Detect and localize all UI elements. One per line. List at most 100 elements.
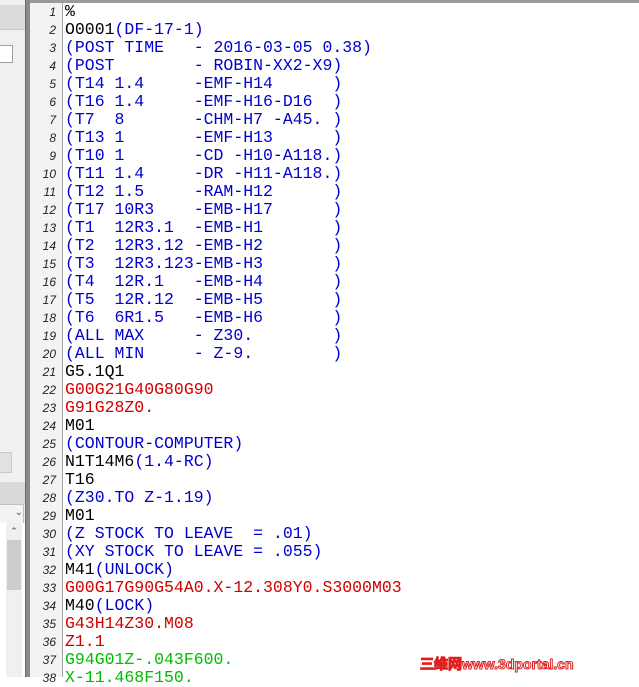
code-line[interactable]: 35 G43H14Z30.M08: [30, 615, 639, 633]
code-token: (Z30.TO Z-1.19): [65, 488, 214, 507]
code-token: (T2 12R3.12 -EMB-H2 ): [65, 236, 343, 255]
line-number: 34: [42, 599, 56, 613]
line-number: 7: [49, 113, 56, 127]
line-text: (T2 12R3.12 -EMB-H2 ): [65, 237, 342, 255]
line-number: 35: [42, 617, 56, 631]
code-line[interactable]: 7 (T7 8 -CHM-H7 -A45. ): [30, 111, 639, 129]
chevron-up-icon[interactable]: ⌃: [6, 525, 22, 539]
code-editor[interactable]: 1% 2 O0001(DF-17-1) 3 (POST TIME - 2016-03-0…: [30, 3, 639, 687]
line-number: 38: [42, 671, 56, 685]
code-line[interactable]: 26 N1T14M6(1.4-RC): [30, 453, 639, 471]
code-token: (T5 12R.12 -EMB-H5 ): [65, 290, 343, 309]
code-line[interactable]: 8 (T13 1 -EMF-H13 ): [30, 129, 639, 147]
code-line[interactable]: 10 (T11 1.4 -DR -H11-A118.): [30, 165, 639, 183]
code-token: N1T14M6: [65, 452, 135, 471]
code-line[interactable]: 13 (T1 12R3.1 -EMB-H1 ): [30, 219, 639, 237]
line-text: (Z STOCK TO LEAVE = .01): [65, 525, 313, 543]
line-number: 22: [42, 383, 56, 397]
code-line[interactable]: 31 (XY STOCK TO LEAVE = .055): [30, 543, 639, 561]
code-line[interactable]: 16 (T4 12R.1 -EMB-H4 ): [30, 273, 639, 291]
line-number: 5: [49, 77, 56, 91]
code-token: (T17 10R3 -EMB-H17 ): [65, 200, 343, 219]
code-line[interactable]: 20 (ALL MIN - Z-9. ): [30, 345, 639, 363]
line-text: (T17 10R3 -EMB-H17 ): [65, 201, 342, 219]
dropdown[interactable]: ⌄: [0, 504, 24, 524]
code-token: (POST - ROBIN-XX2-X9): [65, 56, 343, 75]
code-token: G91G28Z0.: [65, 398, 155, 417]
code-line[interactable]: 2 O0001(DF-17-1): [30, 21, 639, 39]
code-line[interactable]: 30 (Z STOCK TO LEAVE = .01): [30, 525, 639, 543]
code-line[interactable]: 9 (T10 1 -CD -H10-A118.): [30, 147, 639, 165]
line-number: 36: [42, 635, 56, 649]
code-line[interactable]: 11 (T12 1.5 -RAM-H12 ): [30, 183, 639, 201]
line-text: %: [65, 3, 75, 21]
line-number: 3: [49, 41, 56, 55]
code-line[interactable]: 24 M01: [30, 417, 639, 435]
line-text: G91G28Z0.: [65, 399, 154, 417]
code-line[interactable]: 1%: [30, 3, 639, 21]
line-number: 15: [42, 257, 56, 271]
code-line[interactable]: 15 (T3 12R3.123-EMB-H3 ): [30, 255, 639, 273]
code-line[interactable]: 23 G91G28Z0.: [30, 399, 639, 417]
code-line[interactable]: 22 G00G21G40G80G90: [30, 381, 639, 399]
code-token: (T1 12R3.1 -EMB-H1 ): [65, 218, 343, 237]
line-text: G5.1Q1: [65, 363, 124, 381]
left-panel: ⌄ ⌃: [0, 0, 25, 677]
code-line[interactable]: 6 (T16 1.4 -EMF-H16-D16 ): [30, 93, 639, 111]
code-line[interactable]: 3 (POST TIME - 2016-03-05 0.38): [30, 39, 639, 57]
panel-button[interactable]: [0, 452, 12, 473]
line-number: 2: [49, 23, 56, 37]
code-line[interactable]: 5 (T14 1.4 -EMF-H14 ): [30, 75, 639, 93]
line-text: (ALL MAX - Z30. ): [65, 327, 342, 345]
line-text: (T13 1 -EMF-H13 ): [65, 129, 342, 147]
scrollbar-thumb[interactable]: [7, 540, 21, 590]
line-number: 20: [42, 347, 56, 361]
line-text: (T1 12R3.1 -EMB-H1 ): [65, 219, 342, 237]
line-number: 13: [42, 221, 56, 235]
code-line[interactable]: 21 G5.1Q1: [30, 363, 639, 381]
code-token: (T10 1 -CD -H10-A118.): [65, 146, 343, 165]
line-number: 18: [42, 311, 56, 325]
code-line[interactable]: 19 (ALL MAX - Z30. ): [30, 327, 639, 345]
line-text: M41(UNLOCK): [65, 561, 174, 579]
code-token: (T6 6R1.5 -EMB-H6 ): [65, 308, 343, 327]
code-token: (CONTOUR-COMPUTER): [65, 434, 244, 453]
scrollbar[interactable]: ⌃: [6, 523, 22, 677]
code-line[interactable]: 29 M01: [30, 507, 639, 525]
code-line[interactable]: 4 (POST - ROBIN-XX2-X9): [30, 57, 639, 75]
code-token: X-11.468F150.: [65, 668, 194, 687]
line-text: X-11.468F150.: [65, 669, 194, 687]
line-text: (Z30.TO Z-1.19): [65, 489, 214, 507]
line-text: (T6 6R1.5 -EMB-H6 ): [65, 309, 342, 327]
line-number: 24: [42, 419, 56, 433]
line-text: T16: [65, 471, 95, 489]
watermark: 三维网www.3dportal.cn: [420, 656, 574, 673]
code-line[interactable]: 28 (Z30.TO Z-1.19): [30, 489, 639, 507]
line-text: (T16 1.4 -EMF-H16-D16 ): [65, 93, 342, 111]
line-number: 10: [42, 167, 56, 181]
code-line[interactable]: 25 (CONTOUR-COMPUTER): [30, 435, 639, 453]
code-line[interactable]: 12 (T17 10R3 -EMB-H17 ): [30, 201, 639, 219]
code-token: %: [65, 2, 75, 21]
code-line[interactable]: 17 (T5 12R.12 -EMB-H5 ): [30, 291, 639, 309]
code-line[interactable]: 33 G00G17G90G54A0.X-12.308Y0.S3000M03: [30, 579, 639, 597]
line-number: 17: [42, 293, 56, 307]
code-line[interactable]: 34 M40(LOCK): [30, 597, 639, 615]
line-text: (T4 12R.1 -EMB-H4 ): [65, 273, 342, 291]
line-number: 1: [49, 5, 56, 19]
code-line[interactable]: 36 Z1.1: [30, 633, 639, 651]
code-token: M01: [65, 506, 95, 525]
code-line[interactable]: 14 (T2 12R3.12 -EMB-H2 ): [30, 237, 639, 255]
code-line[interactable]: 32 M41(UNLOCK): [30, 561, 639, 579]
code-token: (T14 1.4 -EMF-H14 ): [65, 74, 343, 93]
code-token: (T13 1 -EMF-H13 ): [65, 128, 343, 147]
code-token: (DF-17-1): [114, 20, 204, 39]
code-line[interactable]: 18 (T6 6R1.5 -EMB-H6 ): [30, 309, 639, 327]
code-line[interactable]: 27 T16: [30, 471, 639, 489]
line-text: (XY STOCK TO LEAVE = .055): [65, 543, 322, 561]
text-input[interactable]: [0, 45, 13, 63]
line-text: M01: [65, 507, 95, 525]
line-number: 14: [42, 239, 56, 253]
code-token: (Z STOCK TO LEAVE = .01): [65, 524, 313, 543]
line-number: 31: [42, 545, 56, 559]
